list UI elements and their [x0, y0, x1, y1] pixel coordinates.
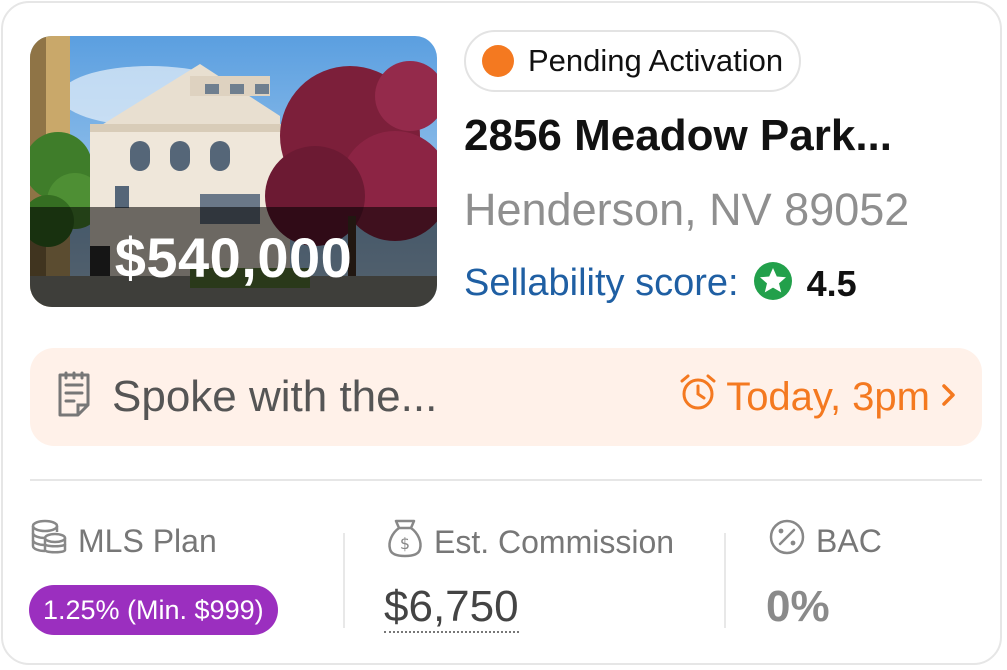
mls-plan-badge[interactable]: 1.25% (Min. $999): [29, 585, 278, 635]
commission-label: Est. Commission: [434, 523, 675, 560]
chevron-right-icon: [938, 375, 960, 420]
bac-label: BAC: [816, 522, 882, 559]
listing-city: Henderson, NV 89052: [464, 184, 910, 235]
note-text: Spoke with the...: [112, 372, 438, 421]
status-label: Pending Activation: [528, 43, 784, 78]
svg-text:$: $: [400, 534, 410, 553]
listing-price: $540,000: [30, 207, 437, 307]
property-photo[interactable]: $540,000: [30, 36, 437, 307]
commission-section: $ Est. Commission: [386, 518, 674, 566]
star-badge-icon: [753, 261, 793, 306]
latest-note[interactable]: Spoke with the... Today, 3pm: [30, 348, 982, 446]
money-bag-icon: $: [386, 518, 424, 566]
bac-value: 0%: [766, 582, 830, 631]
reminder-time: Today, 3pm: [726, 374, 930, 419]
status-badge[interactable]: Pending Activation: [464, 30, 802, 92]
sellability-score[interactable]: Sellability score: 4.5: [464, 261, 857, 306]
bac-section: BAC: [768, 518, 882, 564]
divider: [30, 479, 982, 481]
listing-address[interactable]: 2856 Meadow Park...: [464, 111, 984, 161]
mls-plan-section: MLS Plan: [30, 518, 217, 564]
mls-plan-label: MLS Plan: [78, 522, 217, 559]
listing-card[interactable]: $540,000 Pending Activation 2856 Meadow …: [1, 1, 1002, 665]
column-divider: [343, 533, 345, 628]
note-icon: [54, 371, 94, 424]
sellability-label: Sellability score:: [464, 262, 739, 304]
status-dot: [482, 45, 514, 77]
sellability-value: 4.5: [806, 262, 857, 304]
alarm-clock-icon: [678, 372, 718, 422]
column-divider: [724, 533, 726, 628]
note-reminder[interactable]: Today, 3pm: [678, 372, 960, 422]
coins-stack-icon: [30, 518, 68, 564]
commission-value[interactable]: $6,750: [384, 583, 519, 633]
percent-badge-icon: [768, 518, 806, 564]
